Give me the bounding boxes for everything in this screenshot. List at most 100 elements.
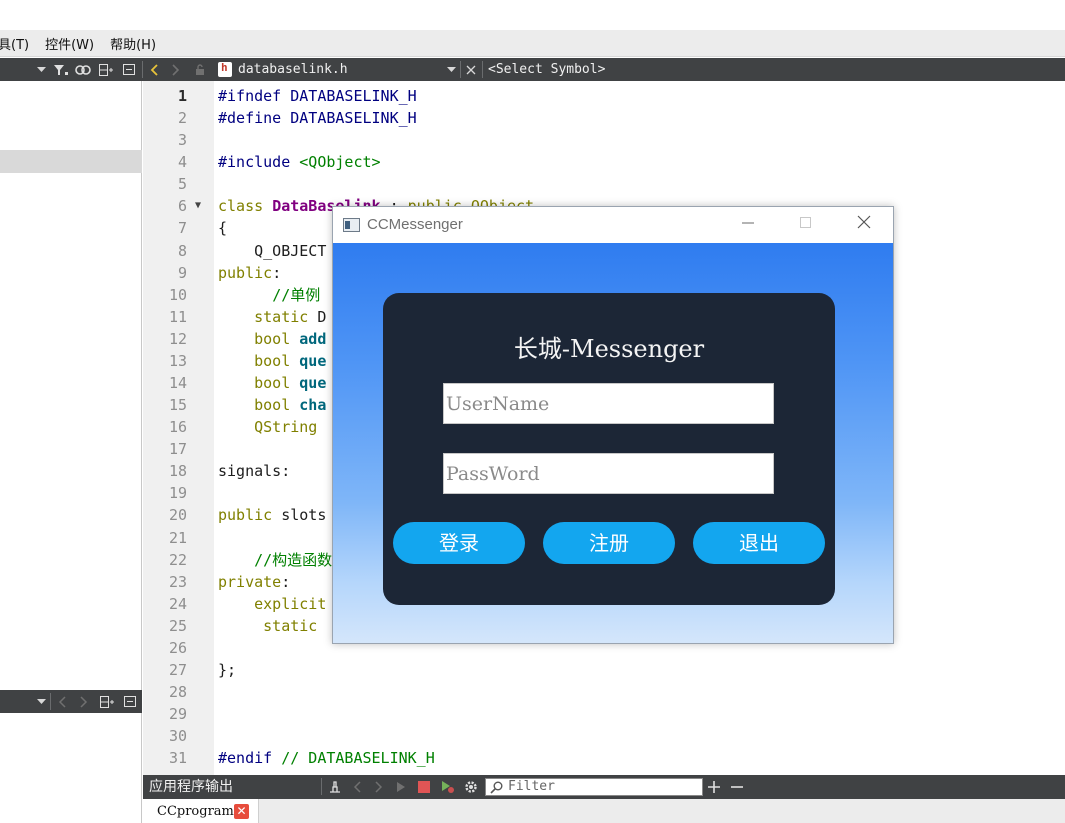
output-tab-strip: CCprogram ✕: [143, 799, 1065, 823]
line-number: 13: [168, 351, 187, 370]
output-pane-title[interactable]: 应用程序输出: [149, 775, 233, 799]
toolbar-separator: [142, 61, 143, 78]
code-line[interactable]: 4 #include <QObject>: [143, 151, 1065, 173]
code-text: #endif // DATABASELINK_H: [218, 749, 435, 768]
symbol-selector[interactable]: <Select Symbol>: [488, 58, 605, 81]
file-dropdown-arrow-icon[interactable]: [444, 58, 458, 81]
code-line[interactable]: 28: [143, 681, 1065, 703]
menu-help[interactable]: 帮助(H): [110, 34, 156, 53]
lock-icon[interactable]: [192, 58, 208, 81]
documents-back-icon[interactable]: [54, 690, 70, 713]
code-text: signals:: [218, 462, 291, 481]
open-file-name[interactable]: databaselink.h: [238, 58, 348, 81]
stop-icon[interactable]: [416, 775, 432, 798]
fold-marker-icon[interactable]: ▼: [195, 195, 201, 217]
code-line[interactable]: 27};: [143, 659, 1065, 681]
line-number: 26: [168, 638, 187, 657]
code-line[interactable]: 5: [143, 173, 1065, 195]
line-number: 6: [177, 197, 187, 216]
line-number: 2: [177, 109, 187, 128]
code-text: static: [263, 616, 318, 635]
line-number: 30: [168, 727, 187, 746]
code-line[interactable]: 2 #define DATABASELINK_H: [143, 107, 1065, 129]
line-number: 16: [168, 418, 187, 437]
code-text: {: [218, 219, 228, 238]
close-icon: [857, 215, 871, 229]
password-input[interactable]: [444, 454, 773, 493]
username-field[interactable]: [443, 383, 774, 424]
login-dialog-window: CCMessenger 长城-Messenger 登录 注册 退出: [332, 206, 894, 644]
code-line[interactable]: 29: [143, 703, 1065, 725]
close-tab-icon[interactable]: ✕: [234, 804, 249, 819]
attach-debugger-icon[interactable]: [440, 775, 456, 798]
left-dropdown-arrow-icon[interactable]: [34, 58, 48, 81]
close-file-icon[interactable]: [463, 58, 479, 81]
code-text: bool que: [254, 351, 327, 370]
line-number: 7: [177, 219, 187, 238]
run-output-tab[interactable]: CCprogram ✕: [143, 799, 259, 823]
split-icon[interactable]: [97, 58, 115, 81]
line-number: 1: [177, 87, 187, 105]
code-line[interactable]: 1 #ifndef DATABASELINK_H: [143, 85, 1065, 107]
line-number: 17: [168, 440, 187, 459]
zoom-out-icon[interactable]: [729, 775, 745, 798]
dialog-title: CCMessenger: [367, 216, 463, 233]
back-arrow-icon[interactable]: [146, 58, 162, 81]
code-text: Q_OBJECT: [218, 241, 327, 260]
line-number: 21: [168, 528, 187, 547]
documents-split-icon[interactable]: [98, 690, 116, 713]
documents-dropdown-arrow-icon[interactable]: [34, 690, 48, 713]
settings-gear-icon[interactable]: [462, 775, 480, 798]
forward-arrow-icon[interactable]: [168, 58, 184, 81]
login-button[interactable]: 登录: [393, 522, 525, 564]
line-number: 18: [168, 462, 187, 481]
line-number: 24: [168, 594, 187, 613]
maximize-button[interactable]: [777, 207, 835, 243]
dialog-titlebar[interactable]: CCMessenger: [333, 207, 893, 243]
code-text: explicit: [254, 594, 327, 613]
clear-output-icon[interactable]: [326, 775, 344, 798]
toolbar-separator: [482, 61, 483, 78]
output-next-icon[interactable]: [371, 775, 387, 798]
code-line[interactable]: 31 #endif // DATABASELINK_H: [143, 747, 1065, 769]
selected-tree-item[interactable]: [0, 150, 142, 173]
documents-forward-icon[interactable]: [76, 690, 92, 713]
line-number: 22: [168, 550, 187, 569]
code-text: };: [218, 661, 237, 680]
line-number: 29: [168, 705, 187, 724]
register-button[interactable]: 注册: [543, 522, 675, 564]
minimize-button[interactable]: [719, 207, 777, 243]
filter-placeholder: Filter: [508, 779, 555, 794]
line-number: 12: [168, 329, 187, 348]
output-filter-field[interactable]: Filter: [485, 778, 703, 796]
link-icon[interactable]: [74, 58, 92, 81]
menu-tools[interactable]: 具(T): [0, 34, 29, 53]
username-input[interactable]: [444, 384, 773, 423]
exit-button[interactable]: 退出: [693, 522, 825, 564]
documents-close-icon[interactable]: [121, 690, 139, 713]
output-pane-toolbar: 应用程序输出 Filter: [143, 775, 1065, 799]
run-output-tab-label: CCprogram: [157, 804, 234, 819]
filter-icon[interactable]: [52, 58, 70, 81]
code-line[interactable]: 30: [143, 725, 1065, 747]
code-line[interactable]: 3: [143, 129, 1065, 151]
output-prev-icon[interactable]: [349, 775, 365, 798]
code-text: #include <QObject>: [218, 153, 381, 172]
close-pane-icon[interactable]: [120, 58, 138, 81]
code-text: #ifndef DATABASELINK_H: [218, 87, 417, 105]
menu-widgets[interactable]: 控件(W): [45, 34, 94, 53]
toolbar-separator: [50, 693, 51, 710]
code-text: public:: [218, 263, 282, 282]
line-number: 15: [168, 396, 187, 415]
code-text: //构造函数: [254, 550, 333, 569]
code-text: QString: [254, 418, 318, 437]
line-number: 27: [168, 661, 187, 680]
close-button[interactable]: [835, 207, 893, 243]
line-number: 28: [168, 683, 187, 702]
password-field[interactable]: [443, 453, 774, 494]
window-app-icon: [343, 218, 360, 232]
header-file-icon: h: [218, 61, 232, 77]
zoom-in-icon[interactable]: [706, 775, 722, 798]
code-text: static D: [254, 307, 327, 326]
rerun-icon[interactable]: [393, 775, 409, 798]
